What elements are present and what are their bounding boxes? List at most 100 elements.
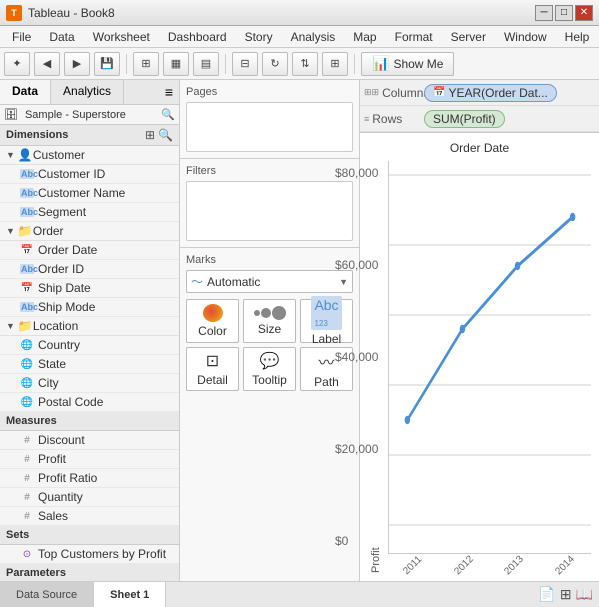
tooltip-button[interactable]: 💬 Tooltip — [243, 347, 296, 391]
field-segment[interactable]: Abc Segment — [0, 203, 179, 222]
forward-button[interactable]: ▶ — [64, 52, 90, 76]
tab-icons: 📄 ⊞ 📖 — [538, 582, 599, 607]
field-customer-id[interactable]: Abc Customer ID — [0, 165, 179, 184]
menu-server[interactable]: Server — [443, 28, 494, 46]
menu-worksheet[interactable]: Worksheet — [85, 28, 158, 46]
rows-label: ≡ Rows — [364, 112, 424, 126]
menu-bar: File Data Worksheet Dashboard Story Anal… — [0, 26, 599, 48]
size-button[interactable]: Size — [243, 299, 296, 343]
abc-icon: Abc — [20, 264, 34, 274]
menu-help[interactable]: Help — [557, 28, 598, 46]
y-label-20k: $20,000 — [335, 442, 378, 456]
search-button[interactable]: 🔍 — [161, 108, 175, 121]
menu-map[interactable]: Map — [345, 28, 384, 46]
new-dashboard-icon[interactable]: ⊞ — [560, 586, 572, 603]
maximize-button[interactable]: □ — [555, 5, 573, 21]
color-icon — [203, 304, 223, 322]
field-discount[interactable]: # Discount — [0, 431, 179, 450]
sheet1-tab[interactable]: Sheet 1 — [94, 582, 166, 607]
filter-button[interactable]: ⊟ — [232, 52, 258, 76]
data-source-tab[interactable]: Data Source — [0, 582, 94, 607]
back-button[interactable]: ◀ — [34, 52, 60, 76]
field-customer-name[interactable]: Abc Customer Name — [0, 184, 179, 203]
menu-file[interactable]: File — [4, 28, 39, 46]
sets-header[interactable]: Sets — [0, 526, 179, 545]
columns-shelf: ⊞⊞ Columns 📅 YEAR(Order Dat... — [360, 80, 599, 106]
sort-button[interactable]: ⇅ — [292, 52, 318, 76]
grid-icon[interactable]: ⊞ — [145, 128, 155, 142]
save-button[interactable]: 💾 — [94, 52, 120, 76]
view-button[interactable]: ▦ — [163, 52, 189, 76]
toolbar: ✦ ◀ ▶ 💾 ⊞ ▦ ▤ ⊟ ↻ ⇅ ⊞ 📊 Show Me — [0, 48, 599, 80]
shelf-area: ⊞⊞ Columns 📅 YEAR(Order Dat... ≡ Rows SU… — [360, 80, 599, 133]
color-button[interactable]: Color — [186, 299, 239, 343]
field-top-customers-profit[interactable]: ⊙ Top Customers by Profit — [0, 545, 179, 564]
field-label: Sales — [38, 509, 68, 523]
menu-window[interactable]: Window — [496, 28, 555, 46]
dimensions-header[interactable]: Dimensions ⊞ 🔍 — [0, 125, 179, 146]
marks-type-select[interactable]: 〜 Automatic ▼ — [186, 270, 353, 293]
field-profit-ratio[interactable]: # Profit Ratio — [0, 469, 179, 488]
layout-button[interactable]: ⊞ — [133, 52, 159, 76]
field-country[interactable]: 🌐 Country — [0, 336, 179, 355]
separator1 — [126, 54, 127, 74]
x-label-2013: 2013 — [503, 554, 527, 578]
chart-inner: $80,000 $60,000 $40,000 $20,000 $0 — [388, 161, 591, 573]
close-button[interactable]: ✕ — [575, 5, 593, 21]
location-group[interactable]: ▼ 📁 Location — [0, 317, 179, 336]
field-state[interactable]: 🌐 State — [0, 355, 179, 374]
new-workbook-button[interactable]: ✦ — [4, 52, 30, 76]
field-order-date[interactable]: 📅 Order Date — [0, 241, 179, 260]
chart-title: Order Date — [368, 141, 591, 155]
menu-story[interactable]: Story — [237, 28, 281, 46]
size-label: Size — [258, 322, 281, 336]
chart-button[interactable]: ▤ — [193, 52, 219, 76]
menu-dashboard[interactable]: Dashboard — [160, 28, 235, 46]
main-layout: Data Analytics ≡ 🗄 Sample - Superstore 🔍… — [0, 80, 599, 581]
field-profit[interactable]: # Profit — [0, 450, 179, 469]
field-ship-mode[interactable]: Abc Ship Mode — [0, 298, 179, 317]
measures-header[interactable]: Measures — [0, 412, 179, 431]
center-panel: Pages Filters Marks 〜 Automatic ▼ Color — [180, 80, 360, 581]
customer-group[interactable]: ▼ 👤 Customer — [0, 146, 179, 165]
parameters-header[interactable]: Parameters — [0, 564, 179, 581]
field-list: ▼ 👤 Customer Abc Customer ID Abc Custome… — [0, 146, 179, 581]
expand-arrow: ▼ — [6, 226, 15, 236]
window-controls[interactable]: ─ □ ✕ — [535, 5, 593, 21]
label-button[interactable]: ⊞ — [322, 52, 348, 76]
separator3 — [354, 54, 355, 74]
search-icon[interactable]: 🔍 — [158, 128, 173, 142]
tooltip-label: Tooltip — [252, 373, 287, 387]
field-city[interactable]: 🌐 City — [0, 374, 179, 393]
field-postal-code[interactable]: 🌐 Postal Code — [0, 393, 179, 412]
panel-menu-button[interactable]: ≡ — [159, 80, 179, 104]
show-me-button[interactable]: 📊 Show Me — [361, 52, 454, 76]
filters-content[interactable] — [186, 181, 353, 241]
field-sales[interactable]: # Sales — [0, 507, 179, 526]
analytics-tab[interactable]: Analytics — [51, 80, 124, 104]
tooltip-icon: 💬 — [260, 351, 280, 371]
columns-pill[interactable]: 📅 YEAR(Order Dat... — [424, 84, 557, 102]
new-story-icon[interactable]: 📖 — [576, 586, 593, 603]
menu-analysis[interactable]: Analysis — [283, 28, 344, 46]
detail-button[interactable]: ⊡ Detail — [186, 347, 239, 391]
field-order-id[interactable]: Abc Order ID — [0, 260, 179, 279]
menu-format[interactable]: Format — [387, 28, 441, 46]
measure-icon: # — [20, 435, 34, 446]
field-quantity[interactable]: # Quantity — [0, 488, 179, 507]
marks-buttons: Color Size Abc123 Label — [186, 299, 353, 391]
measure-icon: # — [20, 511, 34, 522]
order-group[interactable]: ▼ 📁 Order — [0, 222, 179, 241]
columns-label: ⊞⊞ Columns — [364, 86, 424, 100]
field-ship-date[interactable]: 📅 Ship Date — [0, 279, 179, 298]
data-tab[interactable]: Data — [0, 80, 51, 104]
minimize-button[interactable]: ─ — [535, 5, 553, 21]
location-group-label: Location — [33, 319, 78, 333]
rows-pill[interactable]: SUM(Profit) — [424, 110, 505, 128]
y-label-80k: $80,000 — [335, 166, 378, 180]
set-icon: ⊙ — [20, 549, 34, 560]
new-worksheet-icon[interactable]: 📄 — [538, 586, 555, 603]
menu-data[interactable]: Data — [41, 28, 82, 46]
field-label: Postal Code — [38, 395, 103, 409]
refresh-button[interactable]: ↻ — [262, 52, 288, 76]
